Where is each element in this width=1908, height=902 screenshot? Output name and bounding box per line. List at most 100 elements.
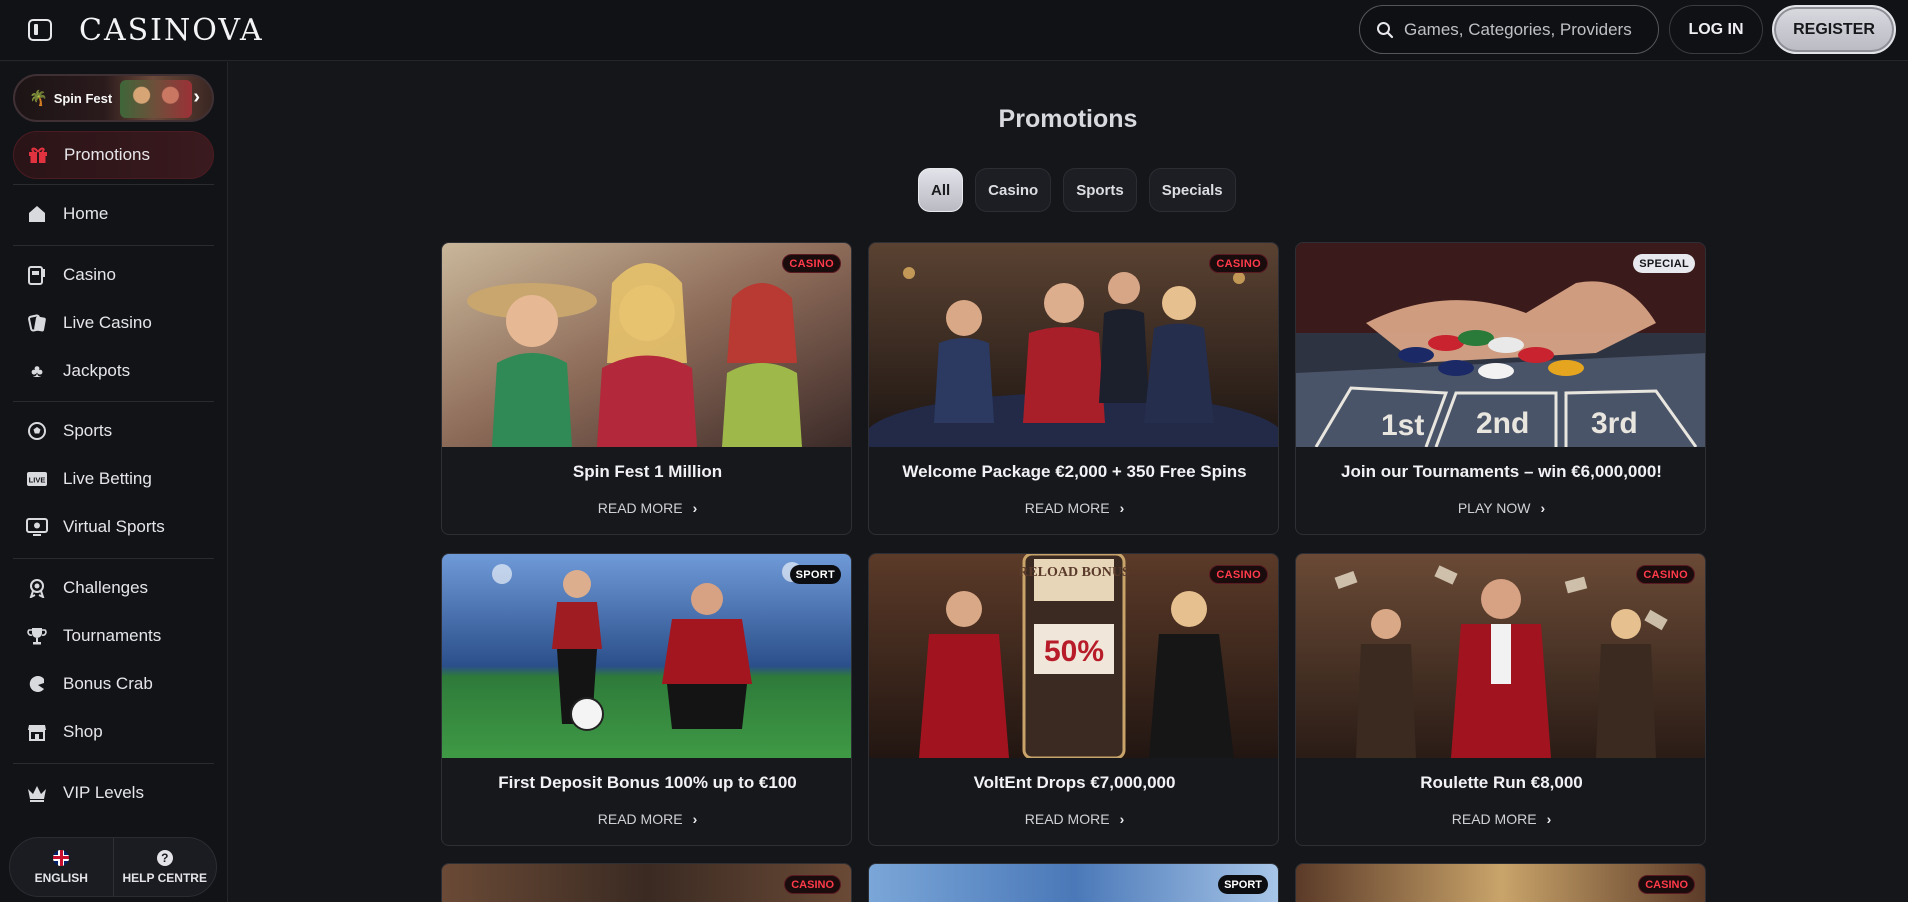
promo-image [442, 243, 851, 447]
sidebar-item-label: Home [63, 204, 109, 223]
sidebar-item-promotions[interactable]: Promotions [13, 131, 214, 179]
promo-card-tournaments[interactable]: 1st 2nd 3rd SPECIAL Join our Tournaments… [1295, 242, 1706, 535]
read-more-link[interactable]: READ MORE › [869, 811, 1278, 827]
chevron-right-icon: › [692, 811, 698, 827]
page-title: Promotions [998, 105, 1138, 133]
third-place-text: 3rd [1591, 407, 1638, 440]
clover-icon: ♣ [31, 360, 43, 381]
promo-title: First Deposit Bonus 100% up to €100 [498, 773, 797, 792]
play-now-link[interactable]: PLAY NOW › [1296, 500, 1705, 516]
sidebar-item-label: Jackpots [63, 361, 131, 380]
search-input[interactable] [1404, 19, 1644, 40]
search-icon [1377, 21, 1394, 38]
shop-icon [26, 721, 48, 743]
promo-card-spin-fest[interactable]: CASINO Spin Fest 1 Million READ MORE › [441, 242, 852, 535]
slot-machine-icon [26, 264, 48, 286]
help-centre-button[interactable]: ? HELP CENTRE [114, 838, 217, 896]
chevron-right-icon: › [1119, 811, 1125, 827]
chevron-right-icon: › [1540, 500, 1546, 516]
promo-title: Welcome Package €2,000 + 350 Free Spins [902, 462, 1247, 481]
divider [13, 245, 214, 246]
promo-title: Join our Tournaments – win €6,000,000! [1341, 462, 1662, 481]
cta-label: READ MORE [1024, 811, 1110, 827]
read-more-link[interactable]: READ MORE › [442, 500, 851, 516]
soccer-ball-icon [26, 420, 48, 442]
language-selector[interactable]: ENGLISH [10, 838, 114, 896]
cta-label: READ MORE [1451, 811, 1537, 827]
sidebar-item-vip-levels[interactable]: VIP Levels [13, 773, 214, 813]
divider [13, 184, 214, 185]
promo-title: VoltEnt Drops €7,000,000 [973, 773, 1176, 792]
promo-card-voltent-drops[interactable]: RELOAD BONUS 50% CASINO VoltEnt Drops €7… [868, 553, 1279, 846]
sidebar-item-label: VIP Levels [63, 783, 144, 802]
sidebar-item-casino[interactable]: Casino [13, 255, 214, 295]
chevron-right-icon: › [1546, 811, 1552, 827]
sidebar-footer: ENGLISH ? HELP CENTRE [9, 837, 217, 897]
category-badge: CASINO [784, 875, 841, 894]
promo-card-partial[interactable]: SPORT [868, 863, 1279, 902]
promo-card-partial[interactable]: CASINO [441, 863, 852, 902]
live-cards-icon [26, 312, 48, 334]
promotion-filters: All Casino Sports Specials [918, 168, 1236, 212]
filter-casino[interactable]: Casino [975, 168, 1052, 212]
sidebar-item-label: Live Casino [63, 313, 152, 332]
promo-card-roulette-run[interactable]: CASINO Roulette Run €8,000 READ MORE › [1295, 553, 1706, 846]
register-button[interactable]: REGISTER [1772, 5, 1896, 54]
sidebar-item-tournaments[interactable]: Tournaments [13, 616, 214, 656]
sidebar-item-jackpots[interactable]: ♣ Jackpots [13, 351, 214, 391]
help-icon: ? [156, 849, 173, 866]
gift-icon [27, 144, 49, 166]
sidebar-toggle-icon[interactable] [28, 19, 52, 41]
trophy-icon [26, 625, 48, 647]
top-header: CASINOVA LOG IN REGISTER [0, 0, 1908, 61]
sidebar-item-bonus-crab[interactable]: Bonus Crab [13, 664, 214, 704]
sidebar-item-sports[interactable]: Sports [13, 411, 214, 451]
sidebar-item-live-betting[interactable]: LIVE Live Betting [13, 459, 214, 499]
filter-sports[interactable]: Sports [1063, 168, 1137, 212]
language-label: ENGLISH [34, 870, 88, 885]
casinova-logo[interactable]: CASINOVA [79, 13, 264, 48]
sidebar-item-label: Challenges [63, 578, 149, 597]
read-more-link[interactable]: READ MORE › [869, 500, 1278, 516]
search-field[interactable] [1359, 5, 1659, 54]
sidebar-item-label: Live Betting [63, 469, 152, 488]
sidebar-item-shop[interactable]: Shop [13, 712, 214, 752]
spin-fest-banner[interactable]: 🌴 Spin Fest › [13, 74, 214, 122]
promo-card-partial[interactable]: CASINO [1295, 863, 1706, 902]
reload-bonus-text: RELOAD BONUS [1018, 565, 1130, 580]
first-place-text: 1st [1381, 409, 1424, 442]
sidebar-item-label: Virtual Sports [63, 517, 165, 536]
category-badge: CASINO [1636, 565, 1695, 584]
percent-reel-text: 50% [1044, 635, 1104, 668]
sidebar: 🌴 Spin Fest › Promotions Home Casino Liv… [0, 62, 228, 902]
sidebar-item-home[interactable]: Home [13, 194, 214, 234]
divider [13, 401, 214, 402]
palm-tree-icon: 🌴 [29, 90, 48, 107]
promo-title: Spin Fest 1 Million [572, 462, 723, 481]
promo-image: 1st 2nd 3rd [1296, 243, 1705, 447]
filter-specials[interactable]: Specials [1148, 168, 1236, 212]
spin-fest-banner-image [120, 80, 192, 118]
sidebar-item-label: Tournaments [63, 626, 162, 645]
read-more-link[interactable]: READ MORE › [442, 811, 851, 827]
help-centre-label: HELP CENTRE [122, 870, 207, 885]
login-button[interactable]: LOG IN [1669, 5, 1763, 54]
divider [13, 763, 214, 764]
chevron-right-icon: › [692, 500, 698, 516]
category-badge: SPORT [1218, 875, 1268, 894]
svg-text:LIVE: LIVE [29, 476, 46, 485]
sidebar-item-label: Promotions [64, 145, 150, 164]
filter-all[interactable]: All [918, 168, 964, 212]
read-more-link[interactable]: READ MORE › [1296, 811, 1705, 827]
live-badge-icon: LIVE [26, 468, 48, 490]
sidebar-item-virtual-sports[interactable]: Virtual Sports [13, 507, 214, 547]
sidebar-item-challenges[interactable]: Challenges [13, 568, 214, 608]
sidebar-item-label: Sports [63, 421, 113, 440]
promo-card-welcome-package[interactable]: CASINO Welcome Package €2,000 + 350 Free… [868, 242, 1279, 535]
monitor-icon [26, 516, 48, 538]
category-badge: SPORT [789, 565, 841, 584]
promo-card-first-deposit[interactable]: SPORT First Deposit Bonus 100% up to €10… [441, 553, 852, 846]
sidebar-item-label: Shop [63, 722, 103, 741]
sidebar-item-live-casino[interactable]: Live Casino [13, 303, 214, 343]
category-badge: CASINO [782, 254, 841, 273]
